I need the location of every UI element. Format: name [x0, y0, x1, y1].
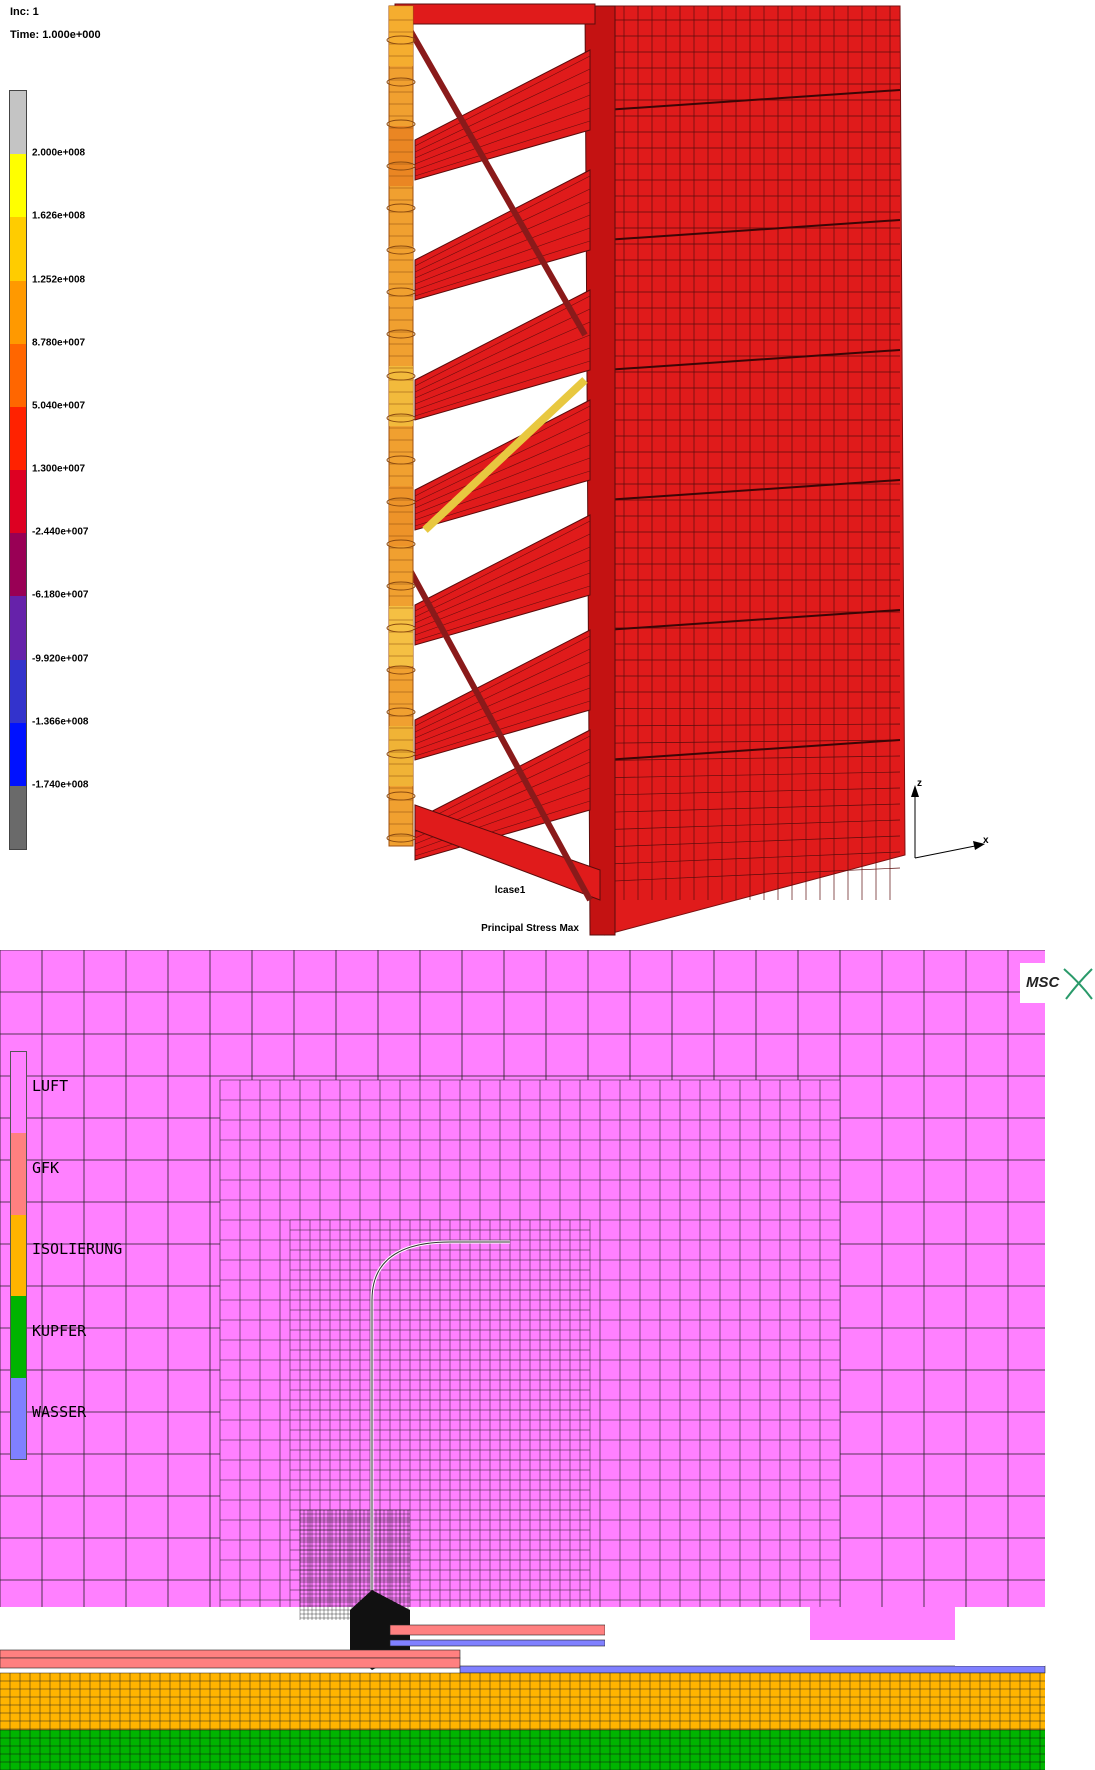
insulation-layer [0, 1673, 1045, 1730]
gfk-layer [0, 1657, 461, 1669]
water-layer [459, 1665, 1046, 1674]
axis-x-line [914, 844, 981, 859]
msc-logo-swoosh-icon [1063, 968, 1093, 1000]
scale-tick-label: 5.040e+007 [32, 400, 86, 412]
axis-x-label: x [983, 835, 989, 846]
scale-tick-label: 1.252e+008 [32, 274, 86, 285]
loadcase-label: lcase1 [494, 885, 526, 896]
result-name-label: Principal Stress Max [481, 923, 579, 934]
stress-color-scale [9, 90, 27, 850]
scale-segment [10, 217, 26, 281]
scale-segment [10, 722, 26, 786]
scale-segment [10, 659, 26, 723]
gfk-layer [0, 1649, 461, 1659]
scale-tick-label: 2.000e+008 [32, 147, 86, 159]
material-swatch [11, 1377, 26, 1460]
material-label: ISOLIERUNG [32, 1240, 123, 1258]
scale-segment [10, 280, 26, 344]
msc-logo: MSC [1020, 963, 1095, 1003]
scale-tick-label: 8.780e+007 [32, 337, 86, 349]
scale-segment [10, 596, 26, 660]
material-swatch [11, 1052, 26, 1134]
copper-layer [0, 1730, 1045, 1770]
material-swatch [11, 1296, 26, 1378]
scale-tick-label: 1.300e+007 [32, 463, 86, 475]
top-beam [394, 3, 596, 25]
increment-label: Inc: 1 [10, 6, 39, 18]
gfk-strip [389, 1624, 606, 1636]
material-swatch [11, 1214, 26, 1297]
material-label: WASSER [32, 1403, 87, 1421]
axis-z-label: z [917, 778, 922, 789]
material-mesh-view: LUFT GFK ISOLIERUNG KUPFER WASSER MSC [0, 950, 1095, 1770]
scale-segment [10, 343, 26, 407]
material-label: LUFT [32, 1077, 69, 1095]
scale-tick-label: 1.626e+008 [32, 210, 86, 222]
scale-segment [10, 470, 26, 534]
material-legend [10, 1051, 27, 1460]
scale-tick-label: -2.440e+007 [32, 526, 89, 538]
tower-mesh-model [386, 3, 985, 936]
scale-tick-label: -1.740e+008 [32, 779, 89, 791]
air-notch [810, 1607, 955, 1640]
scale-segment [10, 154, 26, 218]
water-strip [389, 1639, 606, 1647]
front-panel [604, 5, 906, 936]
scale-segment [10, 91, 26, 155]
material-label: KUPFER [32, 1321, 87, 1340]
scale-tick-label: -9.920e+007 [32, 653, 89, 664]
gap-region [605, 1607, 810, 1650]
scale-segment [10, 533, 26, 597]
time-label: Time: 1.000e+000 [10, 29, 101, 41]
scale-segment [10, 406, 26, 471]
insulation-cross-section-mesh [0, 950, 1046, 1770]
stress-result-view: Inc: 1 Time: 1.000e+000 2.000e+008 1.626e… [0, 0, 1095, 950]
gap-region [955, 1607, 1045, 1666]
material-label: GFK [32, 1158, 60, 1177]
scale-tick-label: -1.366e+008 [32, 716, 89, 728]
scale-tick-label: -6.180e+007 [32, 589, 89, 601]
material-swatch [11, 1133, 26, 1215]
scale-segment [10, 785, 26, 850]
